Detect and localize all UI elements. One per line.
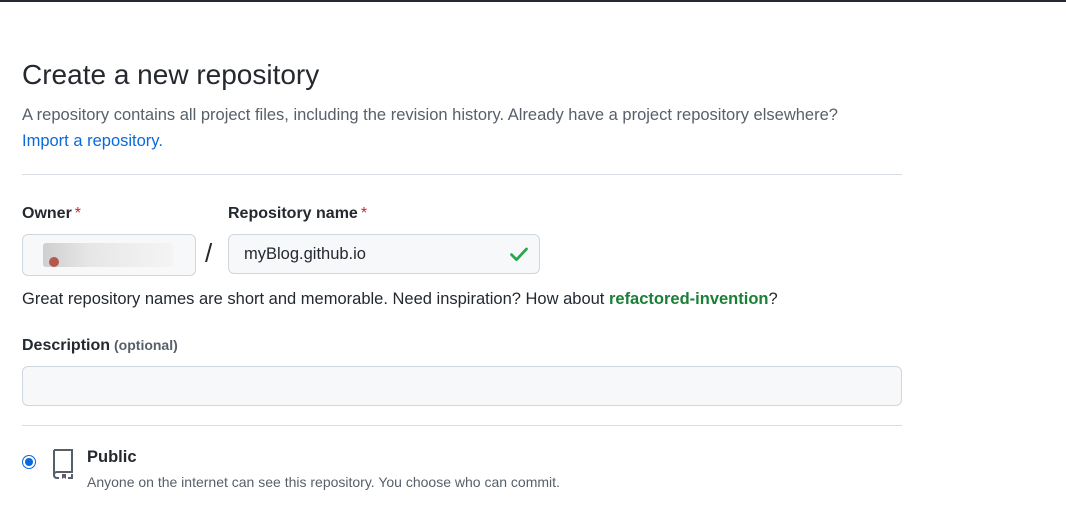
repo-name-label: Repository name *: [228, 205, 367, 223]
repo-name-hint: Great repository names are short and mem…: [22, 290, 778, 309]
page-title: Create a new repository: [22, 59, 320, 90]
divider: [22, 174, 902, 175]
repo-name-input[interactable]: myBlog.github.io: [228, 234, 540, 274]
public-option-description: Anyone on the internet can see this repo…: [87, 474, 560, 490]
owner-repo-separator: /: [205, 238, 213, 268]
description-label: Description (optional): [22, 337, 178, 355]
owner-label: Owner *: [22, 205, 81, 223]
repo-icon: [53, 449, 73, 479]
public-option-label[interactable]: Public: [87, 448, 137, 467]
suggested-name-link[interactable]: refactored-invention: [609, 290, 769, 308]
repo-name-required-mark: *: [360, 205, 368, 222]
repo-name-label-text: Repository name: [228, 205, 358, 222]
description-label-text: Description: [22, 337, 111, 354]
owner-select[interactable]: [22, 234, 196, 276]
owner-required-mark: *: [74, 205, 82, 222]
optional-tag: (optional): [114, 337, 178, 353]
import-repository-link[interactable]: Import a repository.: [22, 132, 163, 150]
repo-name-value: myBlog.github.io: [244, 245, 366, 263]
hint-prefix: Great repository names are short and mem…: [22, 290, 609, 308]
hint-suffix: ?: [768, 290, 778, 308]
page-subtitle: A repository contains all project files,…: [22, 102, 902, 154]
public-radio[interactable]: [22, 455, 36, 469]
owner-label-text: Owner: [22, 205, 72, 222]
owner-avatar: [43, 243, 173, 267]
description-input[interactable]: [22, 366, 902, 406]
check-icon: [510, 247, 528, 261]
subtitle-text: A repository contains all project files,…: [22, 106, 838, 124]
avatar-icon: [49, 257, 59, 267]
divider: [22, 425, 902, 426]
